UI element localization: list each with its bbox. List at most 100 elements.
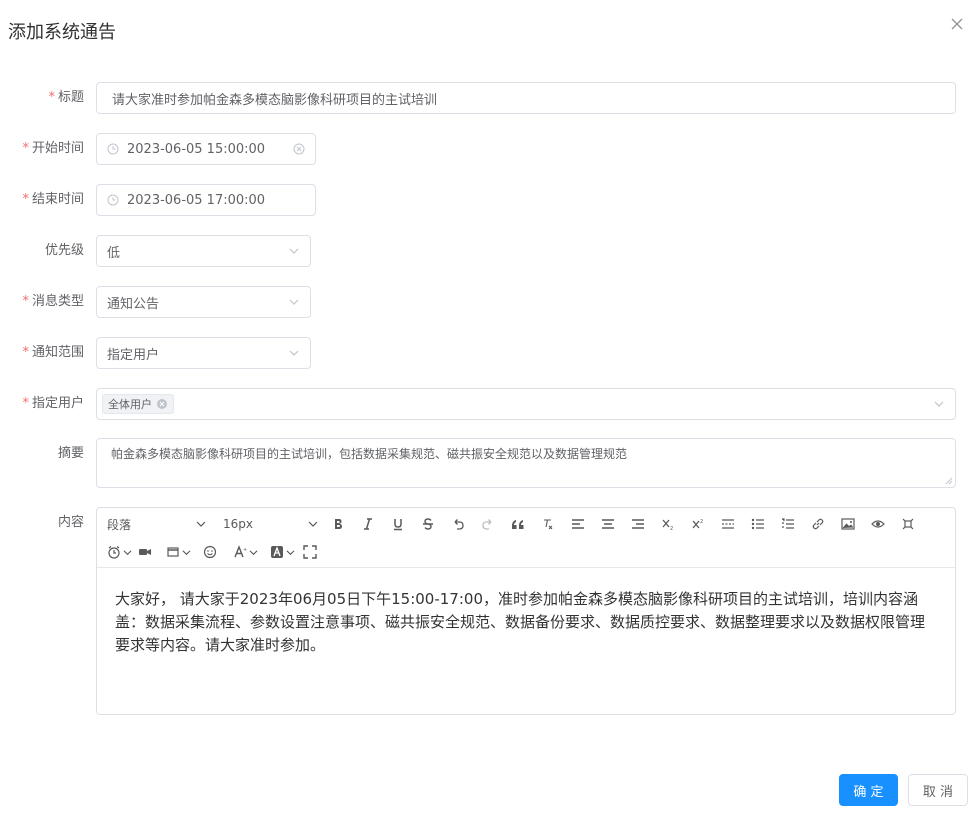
start-time-label: 开始时间 xyxy=(31,141,84,156)
chevron-down-icon xyxy=(123,549,132,555)
priority-select[interactable]: 低 xyxy=(96,235,311,267)
undo-button[interactable] xyxy=(443,510,473,538)
eye-icon xyxy=(871,520,885,528)
users-label: 指定用户 xyxy=(31,396,84,411)
required-mark: * xyxy=(22,141,29,156)
quote-icon xyxy=(512,520,524,529)
table-dropdown[interactable] xyxy=(158,538,197,566)
italic-icon xyxy=(364,518,372,530)
code-button[interactable] xyxy=(893,510,923,538)
subscript-button[interactable]: 2 xyxy=(653,510,683,538)
fullscreen-icon xyxy=(303,545,317,559)
resize-handle-icon[interactable] xyxy=(945,477,953,485)
chevron-down-icon xyxy=(934,401,944,407)
undo-icon xyxy=(454,519,464,530)
tag-close-icon[interactable] xyxy=(156,398,168,410)
form-row-title: * 标题 请大家准时参加帕金森多模态脑影像科研项目的主试培训 xyxy=(0,82,956,114)
image-button[interactable] xyxy=(833,510,863,538)
chevron-down-icon xyxy=(289,248,299,254)
numbered-list-button[interactable] xyxy=(773,510,803,538)
align-left-button[interactable] xyxy=(563,510,593,538)
link-button[interactable] xyxy=(803,510,833,538)
fullscreen-button[interactable] xyxy=(301,538,323,566)
align-right-button[interactable] xyxy=(623,510,653,538)
clear-format-button[interactable] xyxy=(533,510,563,538)
dialog-title: 添加系统通告 xyxy=(8,22,116,43)
link-icon xyxy=(812,518,824,530)
font-size-select[interactable]: 16px xyxy=(219,517,323,531)
close-icon[interactable] xyxy=(947,14,967,34)
msg-type-label: 消息类型 xyxy=(31,294,84,309)
svg-text:2: 2 xyxy=(670,526,673,531)
clock-icon xyxy=(107,143,119,155)
bullet-list-button[interactable] xyxy=(743,510,773,538)
redo-button[interactable] xyxy=(473,510,503,538)
required-mark: * xyxy=(22,345,29,360)
bullet-list-icon xyxy=(751,518,764,530)
user-tag-label: 全体用户 xyxy=(108,398,152,411)
form-row-priority: 优先级 低 xyxy=(0,235,311,267)
form-row-end-time: * 结束时间 2023-06-05 17:00:00 xyxy=(0,184,316,216)
image-icon xyxy=(841,518,855,530)
clock-icon xyxy=(107,194,119,206)
required-mark: * xyxy=(48,90,55,105)
font-color-dropdown[interactable]: + xyxy=(223,538,264,566)
video-icon xyxy=(139,549,151,555)
heading-select[interactable]: 段落 xyxy=(103,516,211,533)
end-time-picker[interactable]: 2023-06-05 17:00:00 xyxy=(96,184,316,216)
underline-button[interactable] xyxy=(383,510,413,538)
clear-icon[interactable] xyxy=(293,143,305,155)
chevron-down-icon xyxy=(182,549,191,555)
summary-value: 帕金森多模态脑影像科研项目的主试培训，包括数据采集规范、磁共振安全规范以及数据管… xyxy=(111,447,628,461)
required-mark: * xyxy=(22,192,29,207)
title-input-value: 请大家准时参加帕金森多模态脑影像科研项目的主试培训 xyxy=(112,92,438,108)
start-time-picker[interactable]: 2023-06-05 15:00:00 xyxy=(96,133,316,165)
preview-button[interactable] xyxy=(863,510,893,538)
divider-icon xyxy=(722,519,734,529)
msg-type-value: 通知公告 xyxy=(107,296,160,312)
underline-icon xyxy=(394,519,402,531)
title-label: 标题 xyxy=(57,90,84,105)
divider-button[interactable] xyxy=(713,510,743,538)
required-mark: * xyxy=(22,294,29,309)
scope-label: 通知范围 xyxy=(31,345,84,360)
alarm-clock-icon xyxy=(108,546,120,559)
italic-button[interactable] xyxy=(353,510,383,538)
numbered-list-icon xyxy=(782,518,794,529)
required-mark: * xyxy=(22,396,29,411)
subscript-icon: 2 xyxy=(662,519,673,531)
align-center-button[interactable] xyxy=(593,510,623,538)
superscript-button[interactable]: 2 xyxy=(683,510,713,538)
rich-text-editor[interactable]: 段落 16px 2 2 + 大家好， 请大家于2023年06月05日下午15:0… xyxy=(96,507,956,715)
chevron-down-icon xyxy=(249,549,258,555)
user-tag: 全体用户 xyxy=(102,394,174,414)
font-color-icon: + xyxy=(234,545,247,558)
users-select[interactable]: 全体用户 xyxy=(96,388,956,420)
cancel-button[interactable]: 取 消 xyxy=(908,774,968,806)
editor-content[interactable]: 大家好， 请大家于2023年06月05日下午15:00-17:00，准时参加帕金… xyxy=(97,568,955,677)
start-time-value: 2023-06-05 15:00:00 xyxy=(127,141,266,157)
summary-textarea[interactable]: 帕金森多模态脑影像科研项目的主试培训，包括数据采集规范、磁共振安全规范以及数据管… xyxy=(96,438,956,488)
scope-select[interactable]: 指定用户 xyxy=(96,337,311,369)
strikethrough-button[interactable] xyxy=(413,510,443,538)
scope-value: 指定用户 xyxy=(107,347,160,363)
msg-type-select[interactable]: 通知公告 xyxy=(96,286,311,318)
clear-format-icon xyxy=(544,519,553,530)
form-row-scope: * 通知范围 指定用户 xyxy=(0,337,311,369)
form-row-start-time: * 开始时间 2023-06-05 15:00:00 xyxy=(0,133,316,165)
form-row-summary: 摘要 帕金森多模态脑影像科研项目的主试培训，包括数据采集规范、磁共振安全规范以及… xyxy=(0,438,956,488)
emotion-dropdown[interactable] xyxy=(103,538,138,566)
bg-color-dropdown[interactable] xyxy=(264,538,301,566)
emoji-button[interactable] xyxy=(197,538,223,566)
bold-button[interactable] xyxy=(323,510,353,538)
video-button[interactable] xyxy=(138,538,158,566)
chevron-down-icon xyxy=(289,350,299,356)
code-icon xyxy=(902,518,914,530)
blockquote-button[interactable] xyxy=(503,510,533,538)
content-label: 内容 xyxy=(57,515,84,530)
title-input[interactable]: 请大家准时参加帕金森多模态脑影像科研项目的主试培训 xyxy=(96,82,956,114)
confirm-button[interactable]: 确 定 xyxy=(839,774,898,806)
background-color-icon xyxy=(271,546,283,558)
bold-icon xyxy=(335,519,342,529)
align-left-icon xyxy=(572,519,584,529)
